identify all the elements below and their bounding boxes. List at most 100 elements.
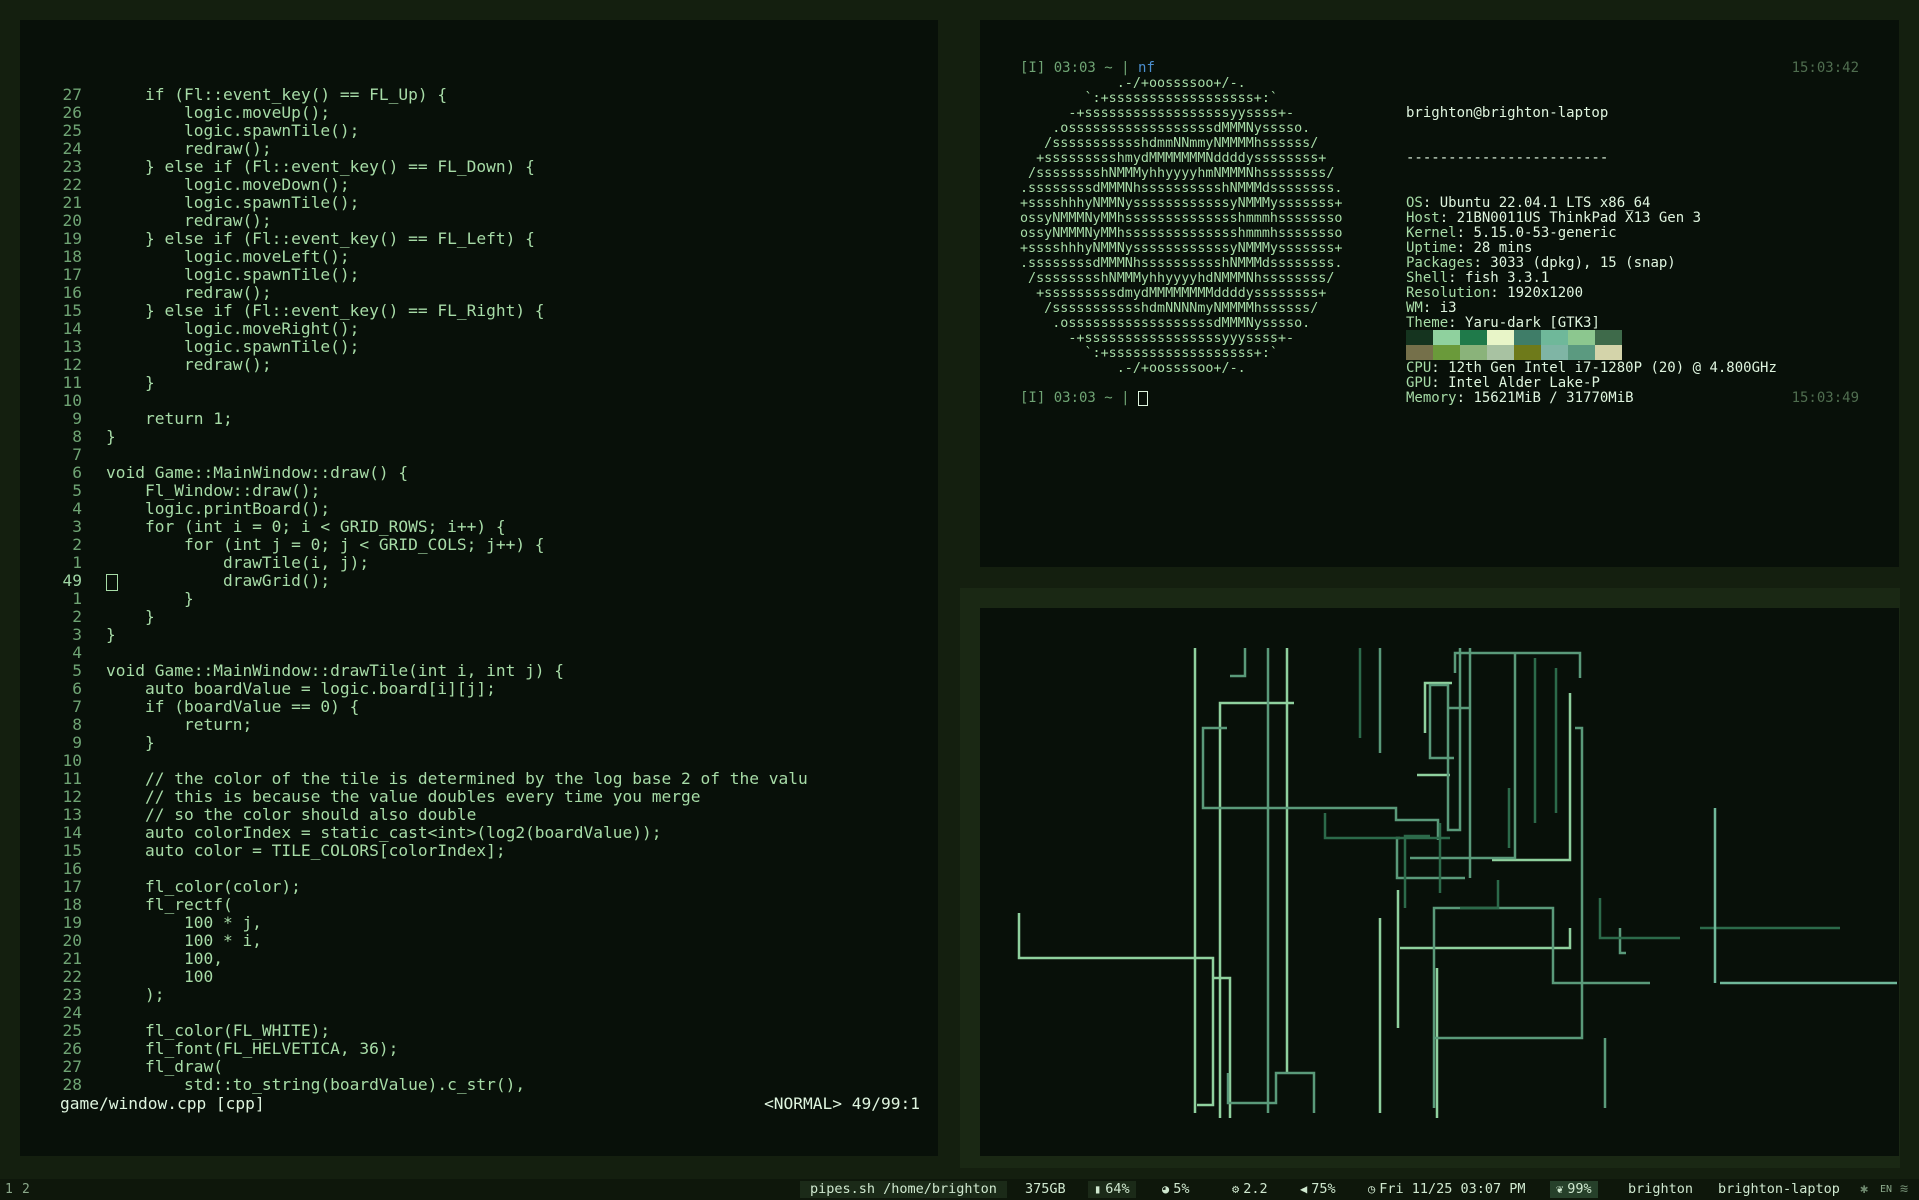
code-line[interactable]: 14 auto colorIndex = static_cast<int>(lo… — [20, 824, 808, 842]
code-line[interactable]: 17 fl_color(color); — [20, 878, 808, 896]
code-line[interactable]: 23 } else if (Fl::event_key() == FL_Down… — [20, 158, 808, 176]
code-line[interactable]: 17 logic.spawnTile(); — [20, 266, 808, 284]
code-line[interactable]: 9 } — [20, 734, 808, 752]
info-row: GPU: Intel Alder Lake-P — [1406, 376, 1777, 391]
code-line[interactable]: 28 std::to_string(boardValue).c_str(), — [20, 1076, 808, 1094]
code-line[interactable]: 5 Fl_Window::draw(); — [20, 482, 808, 500]
code-text: logic.spawnTile(); — [106, 337, 360, 356]
code-line[interactable]: 7 if (boardValue == 0) { — [20, 698, 808, 716]
status-filename: game/window.cpp [cpp] — [60, 1094, 265, 1113]
code-line[interactable]: 6 void Game::MainWindow::draw() { — [20, 464, 808, 482]
code-line[interactable]: 27 if (Fl::event_key() == FL_Up) { — [20, 86, 808, 104]
line-number: 18 — [62, 247, 83, 266]
code-line[interactable]: 5 void Game::MainWindow::drawTile(int i, … — [20, 662, 808, 680]
code-line[interactable]: 11 } — [20, 374, 808, 392]
line-number: 14 — [62, 823, 83, 842]
workspace-1[interactable]: 1 — [5, 1182, 13, 1197]
code-line[interactable]: 6 auto boardValue = logic.board[i][j]; — [20, 680, 808, 698]
code-view[interactable]: 27 if (Fl::event_key() == FL_Up) {26 log… — [20, 86, 808, 1094]
code-line[interactable]: 21 100, — [20, 950, 808, 968]
code-line[interactable]: 13 // so the color should also double — [20, 806, 808, 824]
info-key: Host — [1406, 210, 1440, 226]
code-line[interactable]: 22 logic.moveDown(); — [20, 176, 808, 194]
code-line[interactable]: 18 fl_rectf( — [20, 896, 808, 914]
code-line[interactable]: 8 return; — [20, 716, 808, 734]
info-value: Ubuntu 22.04.1 LTS x86_64 — [1439, 195, 1651, 211]
code-line[interactable]: 11 // the color of the tile is determine… — [20, 770, 808, 788]
code-line[interactable]: 49 drawGrid(); — [20, 572, 808, 591]
code-text: redraw(); — [106, 139, 272, 158]
editor-pane[interactable]: 27 if (Fl::event_key() == FL_Up) {26 log… — [20, 20, 938, 1156]
code-line[interactable]: 2 for (int j = 0; j < GRID_COLS; j++) { — [20, 536, 808, 554]
keyboard-layout[interactable]: EN — [1880, 1181, 1892, 1198]
code-line[interactable]: 4 — [20, 644, 808, 662]
clock-status: ◷ Fri 11/25 03:07 PM — [1368, 1181, 1526, 1198]
code-line[interactable]: 12 redraw(); — [20, 356, 808, 374]
code-line[interactable]: 20 100 * i, — [20, 932, 808, 950]
code-line[interactable]: 7 — [20, 446, 808, 464]
code-line[interactable]: 24 redraw(); — [20, 140, 808, 158]
code-line[interactable]: 14 logic.moveRight(); — [20, 320, 808, 338]
code-line[interactable]: 26 logic.moveUp(); — [20, 104, 808, 122]
code-line[interactable]: 13 logic.spawnTile(); — [20, 338, 808, 356]
code-line[interactable]: 4 logic.printBoard(); — [20, 500, 808, 518]
code-line[interactable]: 3} — [20, 626, 808, 644]
code-text: redraw(); — [106, 211, 272, 230]
bluetooth-icon[interactable]: ✱ — [1860, 1181, 1868, 1198]
code-text: return 1; — [106, 409, 233, 428]
info-row: Memory: 15621MiB / 31770MiB — [1406, 391, 1777, 406]
code-text: fl_color(color); — [106, 877, 301, 896]
prompt-text: [I] 03:03 ~ | — [1020, 390, 1139, 406]
info-colon: : — [1422, 300, 1440, 316]
pipes-terminal[interactable] — [980, 608, 1899, 1156]
code-text: 100 * i, — [106, 931, 262, 950]
line-number: 17 — [62, 877, 83, 896]
code-line[interactable]: 1 drawTile(i, j); — [20, 554, 808, 572]
code-line[interactable]: 27 fl_draw( — [20, 1058, 808, 1076]
code-line[interactable]: 18 logic.moveLeft(); — [20, 248, 808, 266]
code-line[interactable]: 15 auto color = TILE_COLORS[colorIndex]; — [20, 842, 808, 860]
code-line[interactable]: 10 — [20, 392, 808, 410]
code-line[interactable]: 21 logic.spawnTile(); — [20, 194, 808, 212]
info-value: 12th Gen Intel i7-1280P (20) @ 4.800GHz — [1448, 360, 1777, 376]
code-line[interactable]: 19 } else if (Fl::event_key() == FL_Left… — [20, 230, 808, 248]
code-line[interactable]: 16 redraw(); — [20, 284, 808, 302]
code-line[interactable]: 8} — [20, 428, 808, 446]
line-number: 5 — [72, 481, 82, 500]
host-name: brighton-laptop — [1718, 1181, 1840, 1197]
workspace-2[interactable]: 2 — [22, 1182, 30, 1197]
code-text: } — [106, 373, 155, 392]
code-line[interactable]: 25 fl_color(FL_WHITE); — [20, 1022, 808, 1040]
code-line[interactable]: 16 — [20, 860, 808, 878]
code-line[interactable]: 22 100 — [20, 968, 808, 986]
info-colon: : — [1448, 315, 1466, 331]
code-line[interactable]: 1 } — [20, 590, 808, 608]
color-swatch — [1460, 330, 1487, 345]
info-value: fish 3.3.1 — [1465, 270, 1550, 286]
line-number: 6 — [72, 463, 82, 482]
code-text: } else if (Fl::event_key() == FL_Right) … — [106, 301, 545, 320]
code-line[interactable]: 26 fl_font(FL_HELVETICA, 36); — [20, 1040, 808, 1058]
code-line[interactable]: 3 for (int i = 0; i < GRID_ROWS; i++) { — [20, 518, 808, 536]
brightness-value: 99% — [1567, 1181, 1592, 1197]
neofetch-terminal[interactable]: [I] 03:03 ~ | nf 15:03:42 .-/+oossssoo+/… — [980, 20, 1899, 567]
code-line[interactable]: 24 — [20, 1004, 808, 1022]
wifi-icon[interactable]: ≋ — [1900, 1181, 1908, 1198]
code-line[interactable]: 9 return 1; — [20, 410, 808, 428]
code-text: logic.spawnTile(); — [106, 121, 360, 140]
gear-icon: ⚙ — [1232, 1182, 1240, 1196]
code-line[interactable]: 15 } else if (Fl::event_key() == FL_Righ… — [20, 302, 808, 320]
info-colon: : — [1448, 270, 1466, 286]
line-number: 9 — [72, 733, 82, 752]
code-line[interactable]: 12 // this is because the value doubles … — [20, 788, 808, 806]
prompt-time-1: 15:03:42 — [1791, 60, 1859, 76]
code-line[interactable]: 20 redraw(); — [20, 212, 808, 230]
prompt-time-2: 15:03:49 — [1791, 390, 1859, 406]
code-line[interactable]: 10 — [20, 752, 808, 770]
code-line[interactable]: 2 } — [20, 608, 808, 626]
code-line[interactable]: 19 100 * j, — [20, 914, 808, 932]
code-line[interactable]: 23 ); — [20, 986, 808, 1004]
code-text: ); — [106, 985, 165, 1004]
info-key: CPU — [1406, 360, 1432, 376]
code-line[interactable]: 25 logic.spawnTile(); — [20, 122, 808, 140]
